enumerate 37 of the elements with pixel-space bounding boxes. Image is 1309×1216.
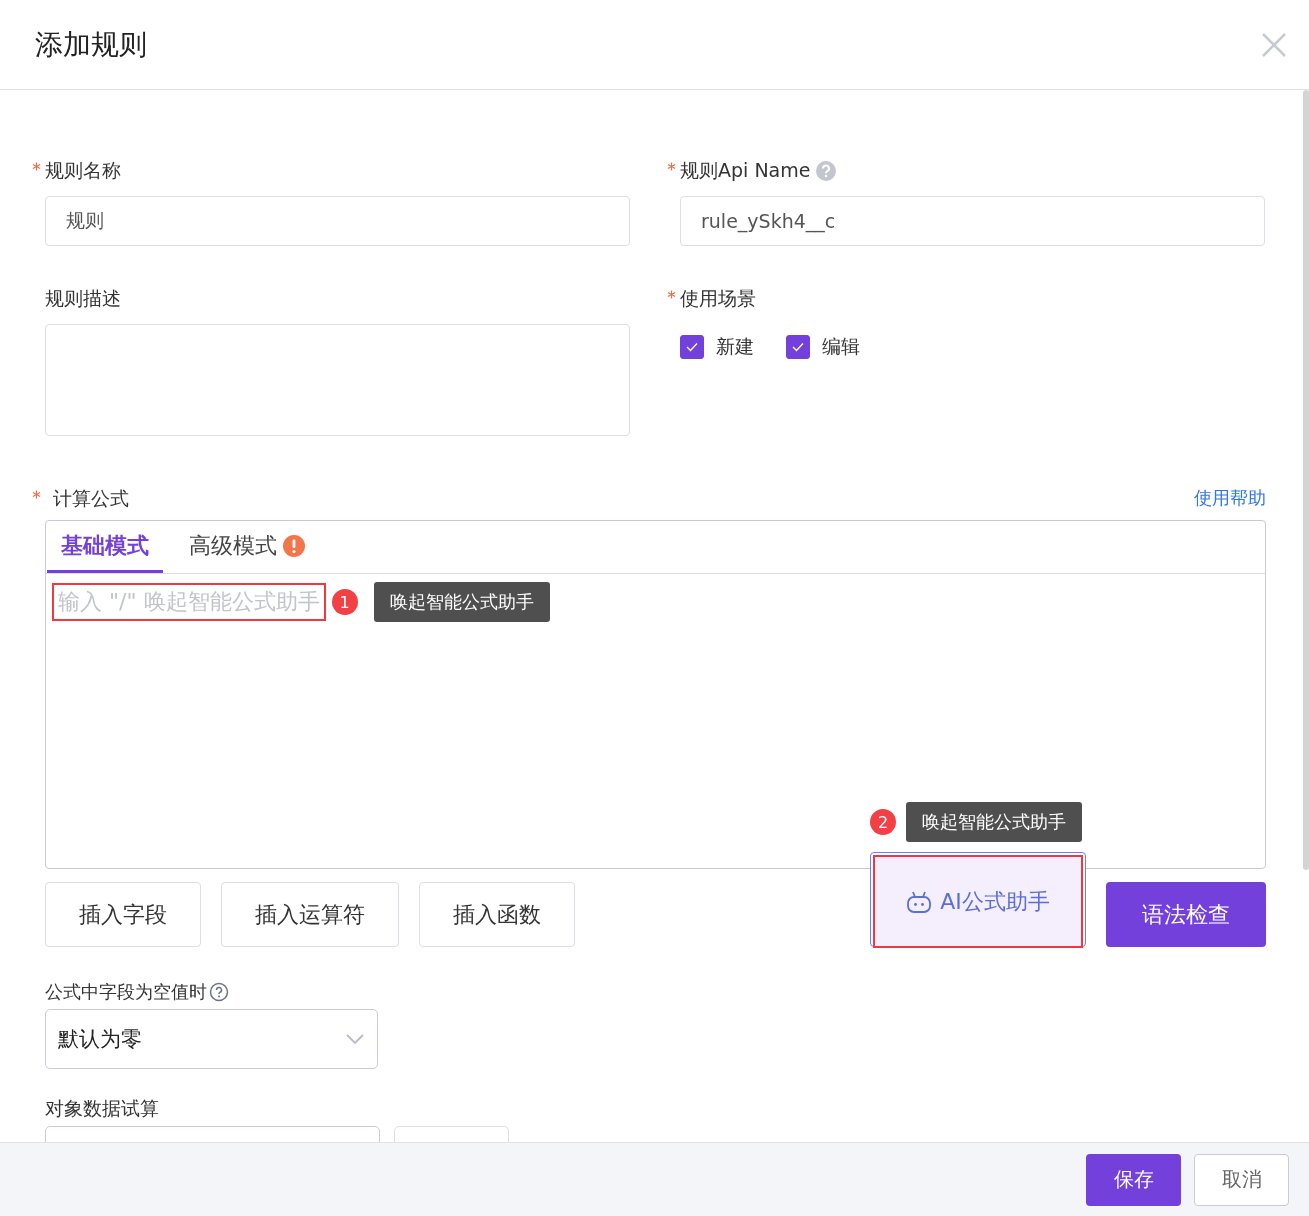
textarea-field[interactable] bbox=[45, 324, 630, 436]
field-label: 使用场景 bbox=[680, 286, 756, 311]
ai-assistant-button[interactable]: AI公式助手 bbox=[870, 852, 1086, 947]
robot-icon bbox=[906, 889, 933, 914]
check-icon bbox=[685, 340, 699, 354]
mode-tab[interactable]: 高级模式 bbox=[175, 521, 319, 573]
save-button[interactable]: 保存 bbox=[1086, 1153, 1181, 1206]
check-icon bbox=[791, 340, 805, 354]
field-label: 规则名称 bbox=[45, 158, 121, 183]
scrollbar[interactable] bbox=[1303, 90, 1309, 870]
field-label: 对象数据试算 bbox=[45, 1096, 160, 1121]
field-label: 公式中字段为空值时 bbox=[45, 980, 207, 1004]
text-field[interactable]: rule_ySkh4__c bbox=[680, 196, 1265, 246]
select-field[interactable]: 默认为零 bbox=[45, 1009, 378, 1069]
insert-button[interactable]: 插入字段 bbox=[45, 882, 201, 947]
field-label: 规则描述 bbox=[45, 286, 121, 311]
tooltip: 唤起智能公式助手 bbox=[906, 802, 1082, 842]
text-field[interactable]: 规则 bbox=[45, 196, 630, 246]
step-badge: 2 bbox=[870, 809, 896, 835]
checkbox[interactable] bbox=[786, 335, 810, 359]
checkbox-label: 新建 bbox=[716, 334, 754, 359]
cancel-button[interactable]: 取消 bbox=[1194, 1153, 1289, 1206]
step-badge: 1 bbox=[331, 589, 358, 615]
mode-tab[interactable]: 基础模式 bbox=[47, 521, 163, 573]
field-label: 规则Api Name bbox=[680, 158, 811, 183]
insert-button[interactable]: 插入函数 bbox=[419, 882, 575, 947]
checkbox[interactable] bbox=[680, 335, 704, 359]
syntax-check-button[interactable]: 语法检查 bbox=[1106, 882, 1266, 947]
insert-button[interactable]: 插入运算符 bbox=[221, 882, 399, 947]
chevron-down-icon bbox=[345, 1033, 365, 1045]
placeholder-text: 输入 "/" 唤起智能公式助手 bbox=[52, 583, 326, 621]
field-label: 计算公式 bbox=[53, 486, 129, 511]
dialog-title: 添加规则 bbox=[35, 26, 147, 63]
help-icon[interactable] bbox=[209, 982, 229, 1002]
tooltip: 唤起智能公式助手 bbox=[373, 582, 550, 622]
checkbox-label: 编辑 bbox=[822, 334, 860, 359]
close-icon[interactable] bbox=[1261, 31, 1287, 58]
